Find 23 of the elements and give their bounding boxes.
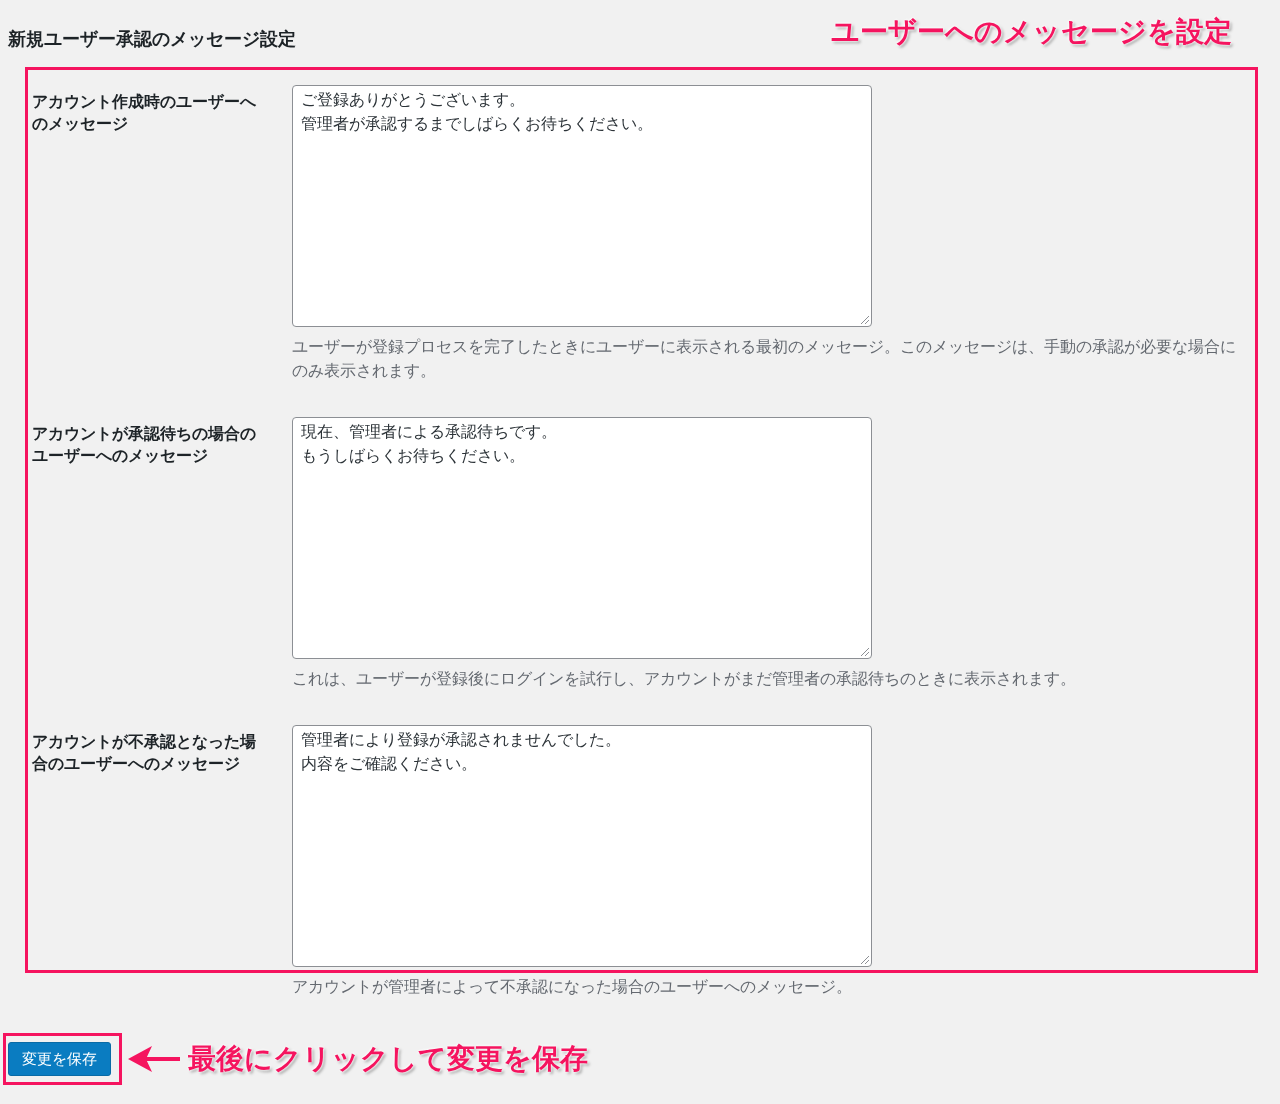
field-label: アカウント作成時のユーザーへのメッセージ xyxy=(32,91,257,135)
field-description: ユーザーが登録プロセスを完了したときにユーザーに表示される最初のメッセージ。このメッセージは、手動の承認が必要な場合にのみ表示されます。 xyxy=(292,336,1237,382)
pointer-arrow xyxy=(128,1046,180,1072)
message-textarea[interactable]: 管理者により登録が承認されませんでした。 内容をご確認ください。 xyxy=(292,725,872,967)
message-textarea[interactable]: ご登録ありがとうございます。 管理者が承認するまでしばらくお待ちください。 xyxy=(292,85,872,327)
page-title: 新規ユーザー承認のメッセージ設定 xyxy=(8,27,296,51)
field-description: アカウントが管理者によって不承認になった場合のユーザーへのメッセージ。 xyxy=(292,976,853,998)
save-button[interactable]: 変更を保存 xyxy=(8,1042,111,1076)
callout-text: ユーザーへのメッセージを設定 xyxy=(831,14,1232,50)
field-label: アカウントが不承認となった場合のユーザーへのメッセージ xyxy=(32,731,257,775)
textarea-text: 現在、管理者による承認待ちです。 xyxy=(301,421,558,443)
resize-handle-icon[interactable] xyxy=(861,648,869,656)
textarea-text: 内容をご確認ください。 xyxy=(301,753,478,775)
resize-handle-icon[interactable] xyxy=(861,956,869,964)
resize-handle-icon[interactable] xyxy=(861,316,869,324)
textarea-text: 管理者により登録が承認されませんでした。 xyxy=(301,729,622,751)
callout-text: 最後にクリックして変更を保存 xyxy=(188,1041,588,1077)
field-description: これは、ユーザーが登録後にログインを試行し、アカウントがまだ管理者の承認待ちのときに表示されます。 xyxy=(292,668,1077,690)
message-textarea[interactable]: 現在、管理者による承認待ちです。 もうしばらくお待ちください。 xyxy=(292,417,872,659)
textarea-text: 管理者が承認するまでしばらくお待ちください。 xyxy=(301,113,654,135)
field-label: アカウントが承認待ちの場合のユーザーへのメッセージ xyxy=(32,423,257,467)
textarea-text: もうしばらくお待ちください。 xyxy=(301,445,526,467)
textarea-text: ご登録ありがとうございます。 xyxy=(301,89,526,111)
